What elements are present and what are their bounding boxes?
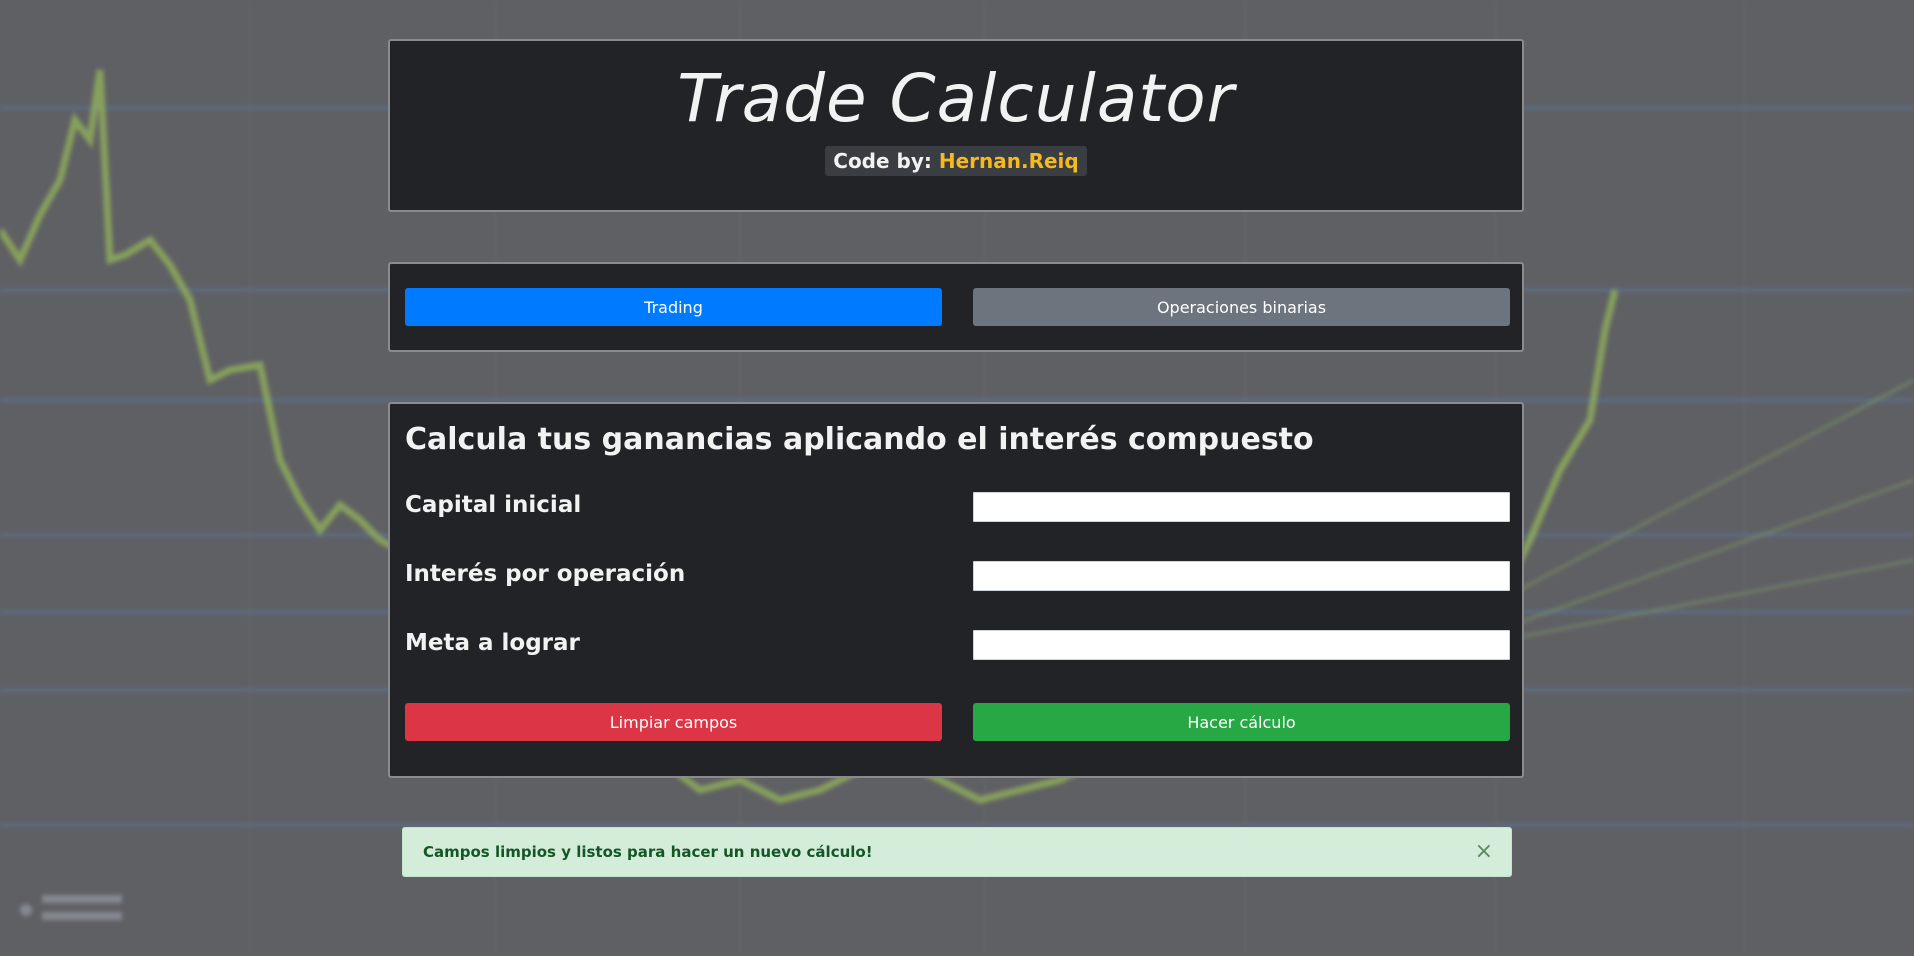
calculate-button[interactable]: Hacer cálculo [973, 703, 1510, 741]
initial-capital-input[interactable] [973, 492, 1510, 522]
interest-per-trade-label: Interés por operación [405, 561, 686, 587]
credit-author: Hernan.Reiq [938, 148, 1079, 173]
success-alert: Campos limpios y listos para hacer un nu… [402, 827, 1512, 877]
trading-button[interactable]: Trading [405, 288, 942, 326]
page-title: Trade Calculator [677, 60, 1235, 137]
header-panel: Trade Calculator Code by: Hernan.Reiq [388, 39, 1524, 212]
credit-prefix: Code by: [833, 148, 932, 173]
goal-input[interactable] [973, 630, 1510, 660]
credit-badge: Code by: Hernan.Reiq [825, 145, 1087, 176]
calculator-heading: Calcula tus ganancias aplicando el inter… [405, 422, 1314, 457]
interest-per-trade-input[interactable] [973, 561, 1510, 591]
close-icon[interactable]: × [1475, 828, 1493, 876]
binary-options-button[interactable]: Operaciones binarias [973, 288, 1510, 326]
mode-panel: Trading Operaciones binarias [388, 262, 1524, 352]
clear-fields-button[interactable]: Limpiar campos [405, 703, 942, 741]
alert-message: Campos limpios y listos para hacer un nu… [423, 843, 873, 861]
goal-label: Meta a lograr [405, 630, 580, 656]
calculator-panel: Calcula tus ganancias aplicando el inter… [388, 402, 1524, 778]
initial-capital-label: Capital inicial [405, 492, 582, 518]
